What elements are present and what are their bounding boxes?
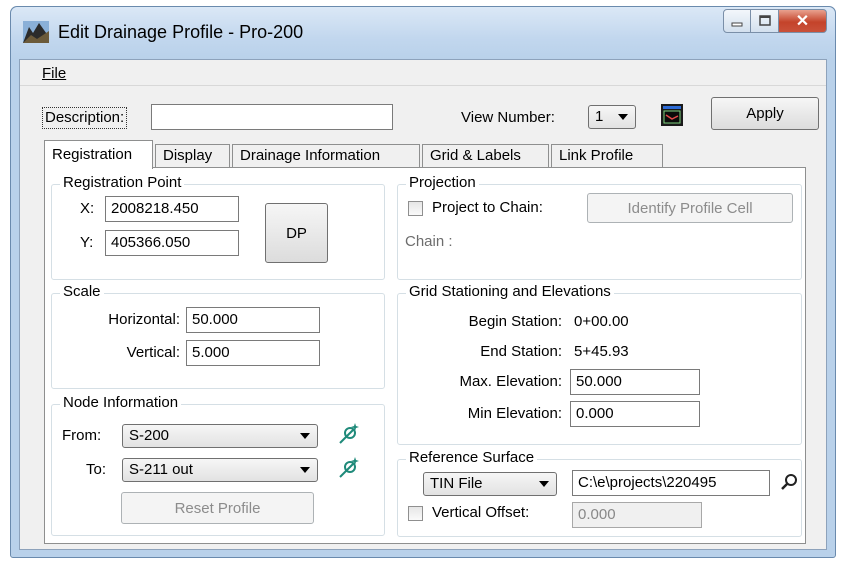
begin-station-label: Begin Station: — [468, 313, 562, 330]
drainage-profile-app-icon — [23, 21, 49, 43]
tab-drainage-information[interactable]: Drainage Information — [232, 144, 420, 168]
maximize-button[interactable] — [751, 9, 779, 33]
minimize-icon — [731, 22, 743, 27]
reference-surface-group: Reference Surface TIN File C:\e\projects… — [397, 449, 802, 537]
minimize-button[interactable] — [723, 9, 751, 33]
tab-link-profile[interactable]: Link Profile — [551, 144, 663, 168]
surface-type-select[interactable]: TIN File — [423, 472, 557, 496]
vertical-label: Vertical: — [126, 344, 180, 361]
caption-buttons: ✕ — [723, 9, 827, 33]
grid-stationing-group: Grid Stationing and Elevations Begin Sta… — [397, 283, 802, 445]
tab-grid-labels[interactable]: Grid & Labels — [422, 144, 549, 168]
max-elevation-input[interactable]: 50.000 — [570, 369, 700, 395]
close-icon: ✕ — [795, 13, 810, 30]
chevron-down-icon — [539, 481, 549, 487]
project-to-chain-label: Project to Chain: — [432, 199, 543, 216]
view-number-value: 1 — [595, 108, 604, 125]
tab-display[interactable]: Display — [155, 144, 230, 168]
description-input[interactable] — [151, 104, 393, 130]
horizontal-label: Horizontal: — [108, 311, 180, 328]
projection-group: Projection Project to Chain: Identify Pr… — [397, 174, 802, 280]
surface-type-value: TIN File — [430, 475, 483, 492]
x-label: X: — [80, 200, 95, 217]
to-node-pick-icon[interactable] — [337, 456, 361, 480]
window-title: Edit Drainage Profile - Pro-200 — [58, 22, 304, 42]
view-number-label: View Number: — [461, 109, 555, 126]
scale-title: Scale — [60, 283, 104, 301]
maximize-icon — [758, 15, 771, 26]
chevron-down-icon — [300, 467, 310, 473]
reset-profile-button[interactable]: Reset Profile — [121, 492, 314, 524]
max-elevation-label: Max. Elevation: — [459, 373, 562, 390]
close-button[interactable]: ✕ — [779, 9, 827, 33]
x-input[interactable]: 2008218.450 — [105, 196, 239, 222]
view-window-icon[interactable] — [660, 103, 684, 127]
description-label: Description: — [42, 107, 128, 129]
menu-bar: File — [20, 60, 826, 86]
min-elevation-label: Min Elevation: — [467, 405, 562, 422]
menu-file[interactable]: File — [42, 65, 66, 82]
min-elevation-input[interactable]: 0.000 — [570, 401, 700, 427]
from-node-select[interactable]: S-200 — [122, 424, 318, 448]
magnifier-icon[interactable] — [781, 473, 799, 491]
project-to-chain-checkbox[interactable] — [408, 201, 423, 216]
from-node-value: S-200 — [129, 427, 170, 444]
registration-point-title: Registration Point — [60, 174, 185, 192]
grid-stationing-title: Grid Stationing and Elevations — [406, 283, 614, 301]
vertical-offset-input[interactable]: 0.000 — [572, 502, 702, 528]
registration-tab-page: Registration Point X: 2008218.450 Y: 405… — [44, 167, 806, 544]
scale-group: Scale Horizontal: 50.000 Vertical: 5.000 — [51, 283, 385, 389]
dp-button[interactable]: DP — [265, 203, 328, 263]
tab-registration[interactable]: Registration — [44, 140, 153, 169]
view-number-select[interactable]: 1 — [588, 105, 636, 129]
vertical-offset-checkbox[interactable] — [408, 506, 423, 521]
begin-station-value: 0+00.00 — [574, 313, 629, 330]
edit-drainage-profile-window: Edit Drainage Profile - Pro-200 ✕ File D… — [10, 6, 836, 558]
chevron-down-icon — [300, 433, 310, 439]
horizontal-scale-input[interactable]: 50.000 — [186, 307, 320, 333]
reference-surface-title: Reference Surface — [406, 449, 538, 467]
node-information-group: Node Information From: S-200 To: S-211 o… — [51, 394, 385, 536]
surface-path-input[interactable]: C:\e\projects\220495 — [572, 470, 770, 496]
chain-label: Chain : — [405, 233, 453, 250]
registration-point-group: Registration Point X: 2008218.450 Y: 405… — [51, 174, 385, 280]
projection-title: Projection — [406, 174, 479, 192]
to-label: To: — [86, 461, 107, 478]
y-label: Y: — [80, 234, 94, 251]
dialog-client-area: File Description: View Number: 1 Apply R… — [19, 59, 827, 550]
title-bar[interactable]: Edit Drainage Profile - Pro-200 ✕ — [11, 7, 835, 59]
from-label: From: — [62, 427, 102, 444]
to-node-select[interactable]: S-211 out — [122, 458, 318, 482]
node-information-title: Node Information — [60, 394, 182, 412]
vertical-offset-label: Vertical Offset: — [432, 504, 530, 521]
identify-profile-cell-button[interactable]: Identify Profile Cell — [587, 193, 793, 223]
to-node-value: S-211 out — [129, 461, 193, 478]
vertical-scale-input[interactable]: 5.000 — [186, 340, 320, 366]
end-station-value: 5+45.93 — [574, 343, 629, 360]
end-station-label: End Station: — [480, 343, 562, 360]
y-input[interactable]: 405366.050 — [105, 230, 239, 256]
apply-button[interactable]: Apply — [711, 97, 819, 130]
chevron-down-icon — [618, 114, 628, 120]
from-node-pick-icon[interactable] — [337, 422, 361, 446]
